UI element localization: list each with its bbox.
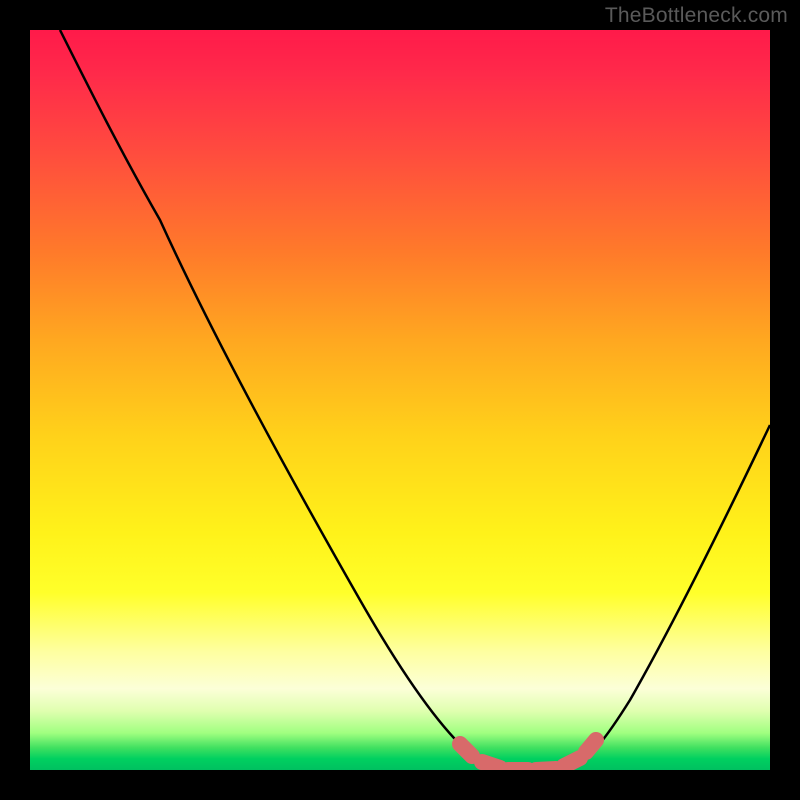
optimal-flat-region	[460, 740, 596, 770]
plot-area	[30, 30, 770, 770]
chart-frame: TheBottleneck.com	[0, 0, 800, 800]
bottleneck-curve	[60, 30, 770, 770]
watermark-text: TheBottleneck.com	[605, 4, 788, 28]
curve-layer	[30, 30, 770, 770]
